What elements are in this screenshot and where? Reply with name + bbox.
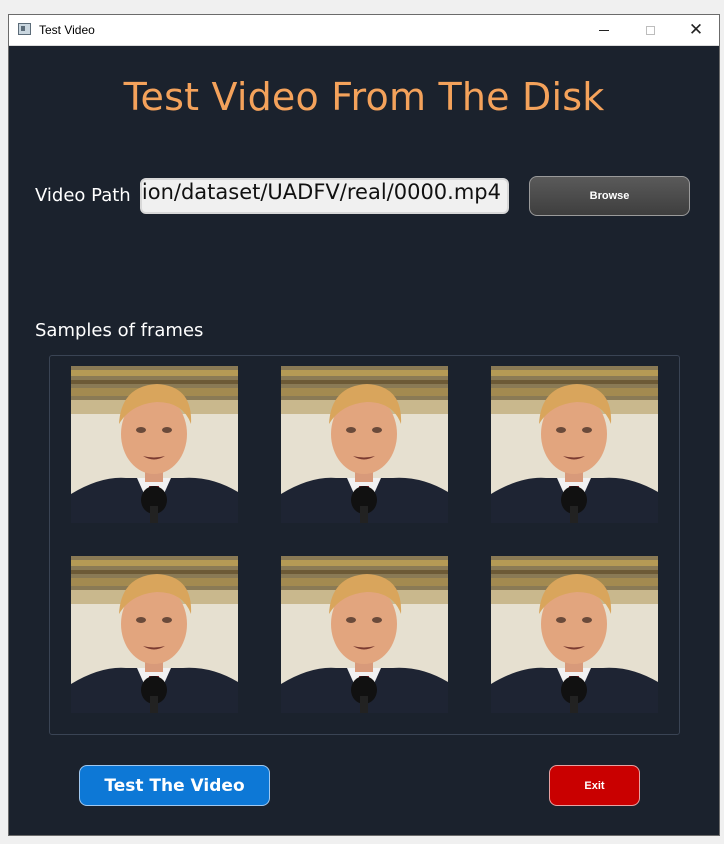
frame-image (281, 366, 448, 523)
desktop-strip (0, 836, 724, 844)
frame-image (71, 366, 238, 523)
video-path-field[interactable]: tection/dataset/UADFV/real/0000.mp4 (140, 178, 509, 214)
maximize-icon (645, 25, 655, 35)
app-window: Test Video ✕ Test Video From The Disk Vi… (8, 14, 720, 836)
frame-thumbnail (71, 366, 238, 523)
frame-thumbnail (491, 366, 658, 523)
frame-image (281, 556, 448, 713)
minimize-button[interactable] (581, 15, 627, 45)
browse-button[interactable]: Browse (529, 176, 690, 216)
exit-button[interactable]: Exit (549, 765, 640, 806)
video-path-value: tection/dataset/UADFV/real/0000.mp4 (140, 180, 501, 204)
window-title: Test Video (39, 23, 95, 37)
frame-thumbnail (71, 556, 238, 713)
video-path-label: Video Path (35, 185, 131, 206)
app-window-icon (18, 23, 31, 35)
close-button[interactable]: ✕ (673, 15, 719, 45)
test-video-button[interactable]: Test The Video (79, 765, 270, 806)
minimize-icon (599, 29, 609, 31)
frame-thumbnail (281, 556, 448, 713)
maximize-button[interactable] (627, 15, 673, 45)
close-icon: ✕ (688, 19, 704, 40)
samples-label: Samples of frames (35, 320, 204, 341)
title-bar[interactable]: Test Video ✕ (9, 15, 719, 46)
frame-image (71, 556, 238, 713)
frame-image (491, 556, 658, 713)
frame-thumbnail (491, 556, 658, 713)
frame-image (491, 366, 658, 523)
frame-thumbnail (281, 366, 448, 523)
page-title: Test Video From The Disk (123, 75, 605, 119)
